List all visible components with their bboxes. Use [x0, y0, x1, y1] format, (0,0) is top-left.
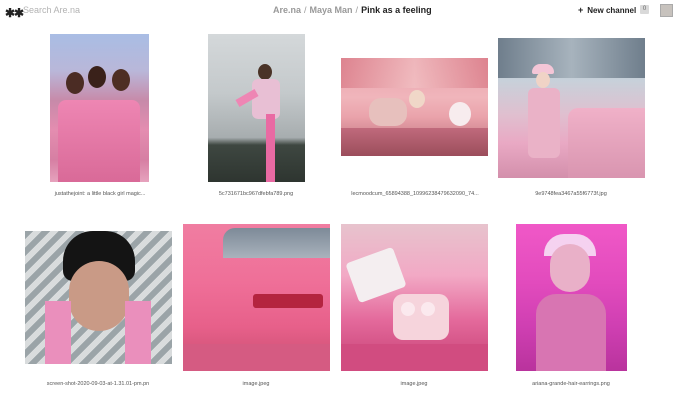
arena-logo-icon[interactable]: ✱✱ [5, 6, 24, 20]
block-image [498, 38, 645, 178]
block-caption: 5c731671bc967dfebfa789.png [218, 191, 294, 197]
block-caption: screen-shot-2020-09-03-at-1.31.01-pm.pn [46, 381, 150, 387]
block-image [516, 224, 627, 371]
breadcrumb-separator: / [304, 5, 307, 15]
breadcrumb-owner[interactable]: Maya Man [310, 5, 353, 15]
block-image [183, 224, 330, 371]
block-image [50, 34, 149, 182]
new-channel-label: New channel [587, 6, 637, 15]
new-channel-button[interactable]: + New channel [578, 5, 636, 15]
block-caption: justathejoint: a little black girl magic… [54, 191, 146, 197]
breadcrumb-root[interactable]: Are.na [273, 5, 301, 15]
block-caption: ariana-grande-hair-earrings.png [532, 381, 610, 387]
notification-badge[interactable]: 0 [640, 5, 649, 14]
breadcrumb-channel[interactable]: Pink as a feeling [361, 5, 432, 15]
block-caption: 9e9748fea3467a55f6773f.jpg [535, 191, 607, 197]
breadcrumb: Are.na / Maya Man / Pink as a feeling [273, 5, 432, 15]
search-input[interactable]: Search Are.na [23, 5, 80, 15]
block-image [208, 34, 305, 182]
block-caption: image.jpeg [242, 381, 270, 387]
block-caption: image.jpeg [400, 381, 428, 387]
block-image [341, 224, 488, 371]
block-image [341, 58, 488, 156]
block-caption: lecmoodcum_65894388_10996238479632090_74… [351, 191, 479, 197]
breadcrumb-separator: / [355, 5, 359, 15]
avatar[interactable] [660, 4, 673, 17]
block-image [25, 231, 172, 364]
top-bar: ✱✱ Search Are.na Are.na / Maya Man / Pink as… [0, 0, 679, 22]
plus-icon: + [578, 5, 584, 15]
